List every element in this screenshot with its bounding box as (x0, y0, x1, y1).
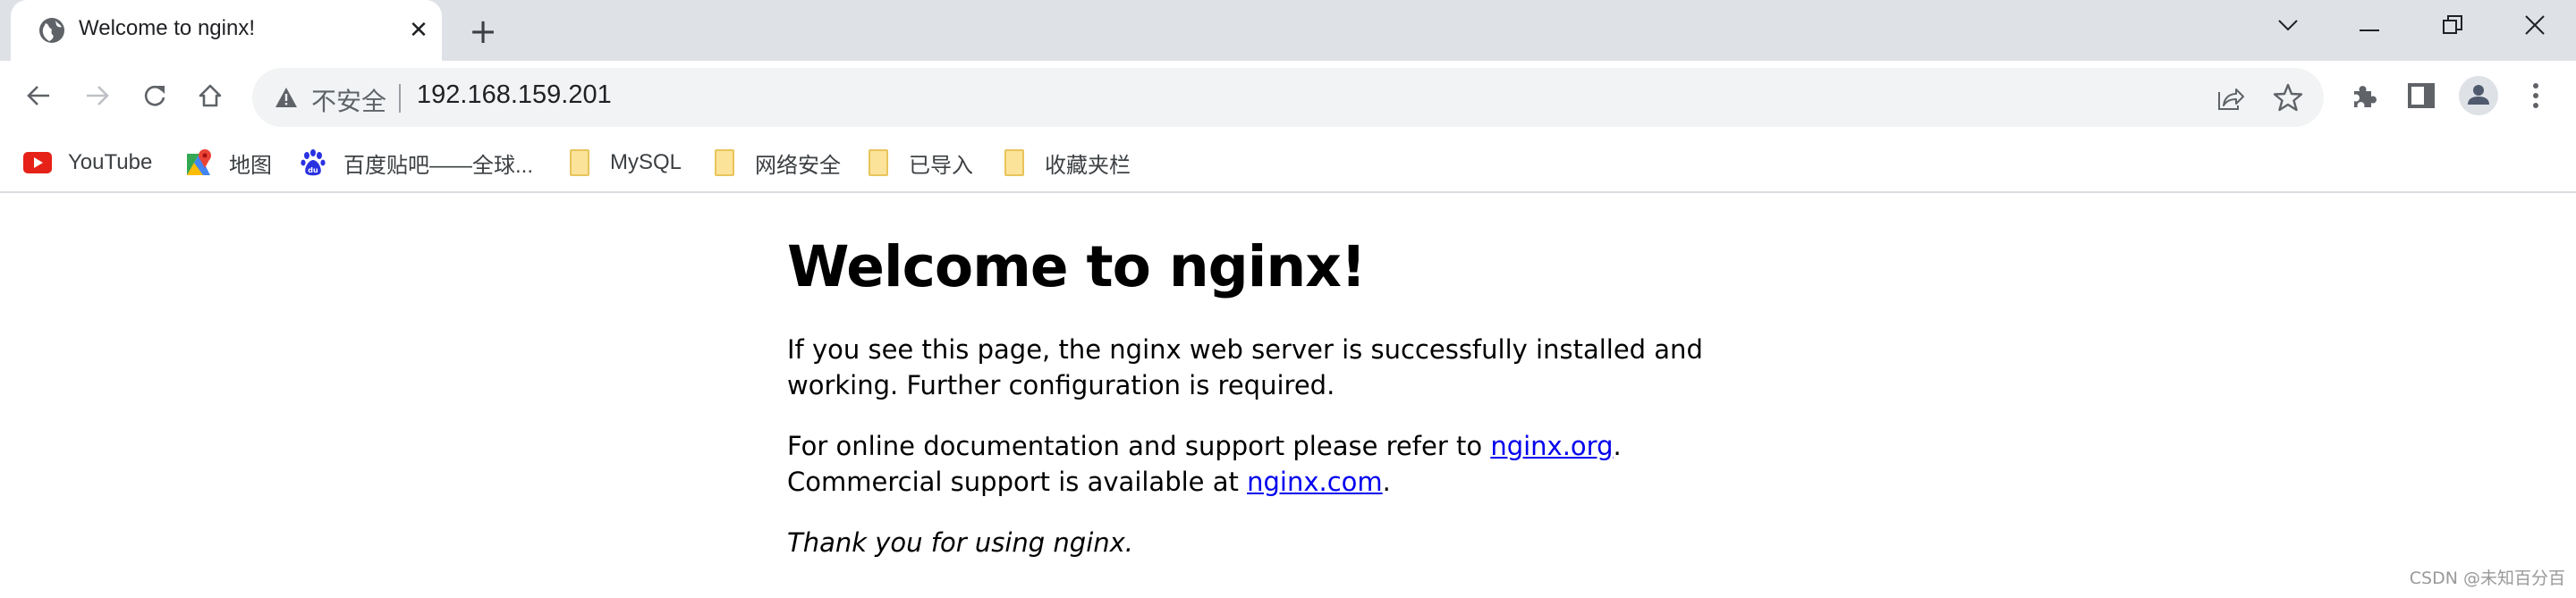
close-window-button[interactable] (2512, 9, 2557, 45)
nginx-com-link[interactable]: nginx.com (1247, 467, 1383, 497)
minimize-button[interactable] (2347, 9, 2392, 45)
nginx-org-link[interactable]: nginx.org (1490, 431, 1613, 461)
extensions-button[interactable] (2343, 77, 2385, 118)
bookmark-folder-imported[interactable]: 已导入 (864, 147, 973, 179)
forward-button[interactable] (77, 77, 118, 118)
svg-text:du: du (308, 166, 318, 174)
bookmark-label: YouTube (68, 150, 153, 174)
bookmark-label: 已导入 (909, 153, 973, 178)
globe-icon (38, 16, 66, 45)
bookmark-folder-network-security[interactable]: 网络安全 (710, 147, 841, 179)
chevron-down-icon (2277, 18, 2299, 36)
warning-icon[interactable] (272, 83, 301, 112)
thanks-text: Thank you for using nginx. (787, 527, 1134, 558)
docs-paragraph: For online documentation and support ple… (787, 428, 1771, 500)
bookmarks-bar: YouTube 地图 du 百度贴吧——全球... MySQL 网络安全 已导入… (0, 134, 2576, 193)
minimize-icon (2360, 19, 2379, 36)
close-icon (2525, 15, 2545, 38)
page-content: Welcome to nginx! If you see this page, … (787, 195, 1771, 560)
arrow-left-icon (26, 83, 51, 112)
bookmark-star-icon[interactable] (2272, 81, 2304, 114)
punctuation: . (1382, 467, 1391, 497)
tab-welcome-nginx[interactable]: Welcome to nginx! ✕ (11, 0, 442, 61)
reload-icon (142, 83, 167, 112)
bookmark-maps[interactable]: 地图 (184, 147, 272, 179)
bookmark-label: 地图 (229, 153, 272, 178)
folder-icon (565, 148, 594, 177)
folder-icon (710, 148, 739, 177)
page-heading: Welcome to nginx! (787, 234, 1367, 299)
back-button[interactable] (18, 77, 59, 118)
profile-button[interactable] (2458, 75, 2499, 120)
bookmark-baidu-tieba[interactable]: du 百度贴吧——全球... (299, 147, 533, 179)
tab-search-button[interactable] (2266, 9, 2310, 45)
folder-icon (1000, 148, 1029, 177)
bookmark-folder-mysql[interactable]: MySQL (565, 147, 682, 179)
url-text[interactable]: 192.168.159.201 (417, 80, 612, 110)
bookmark-label: 百度贴吧——全球... (343, 153, 534, 178)
folder-icon (864, 148, 893, 177)
maps-icon (184, 148, 213, 177)
share-icon[interactable] (2215, 81, 2247, 114)
bookmark-label: MySQL (610, 150, 682, 174)
commercial-text: Commercial support is available at (787, 467, 1248, 497)
divider (399, 84, 401, 113)
home-button[interactable] (190, 77, 231, 118)
punctuation: . (1613, 431, 1622, 461)
thanks-paragraph: Thank you for using nginx. (787, 525, 1771, 560)
youtube-icon (23, 148, 52, 177)
avatar-icon (2458, 75, 2499, 120)
new-tab-button[interactable]: + (465, 14, 501, 50)
tab-strip: Welcome to nginx! ✕ + (0, 0, 2576, 61)
bookmark-folder-favorites-bar[interactable]: 收藏夹栏 (1000, 147, 1131, 179)
address-bar[interactable]: 不安全 192.168.159.201 (252, 68, 2324, 127)
close-tab-icon[interactable]: ✕ (404, 16, 433, 45)
side-panel-icon (2408, 83, 2435, 112)
restore-button[interactable] (2430, 9, 2475, 45)
watermark: CSDN @未知百分百 (2409, 569, 2565, 588)
menu-button[interactable] (2515, 77, 2556, 118)
arrow-right-icon (85, 83, 110, 112)
home-icon (198, 83, 223, 112)
reload-button[interactable] (134, 77, 175, 118)
browser-toolbar: 不安全 192.168.159.201 (0, 61, 2576, 134)
security-status-label[interactable]: 不安全 (311, 82, 386, 118)
restore-icon (2443, 15, 2462, 38)
bookmark-youtube[interactable]: YouTube (23, 147, 152, 179)
tab-title: Welcome to nginx! (79, 16, 255, 40)
puzzle-icon (2351, 82, 2377, 113)
more-vertical-icon (2531, 82, 2540, 113)
docs-text: For online documentation and support ple… (787, 431, 1491, 461)
bookmark-label: 网络安全 (755, 153, 841, 178)
side-panel-button[interactable] (2401, 77, 2442, 118)
baidu-icon: du (299, 148, 327, 177)
intro-paragraph: If you see this page, the nginx web serv… (787, 334, 1703, 400)
bookmark-label: 收藏夹栏 (1045, 153, 1131, 178)
